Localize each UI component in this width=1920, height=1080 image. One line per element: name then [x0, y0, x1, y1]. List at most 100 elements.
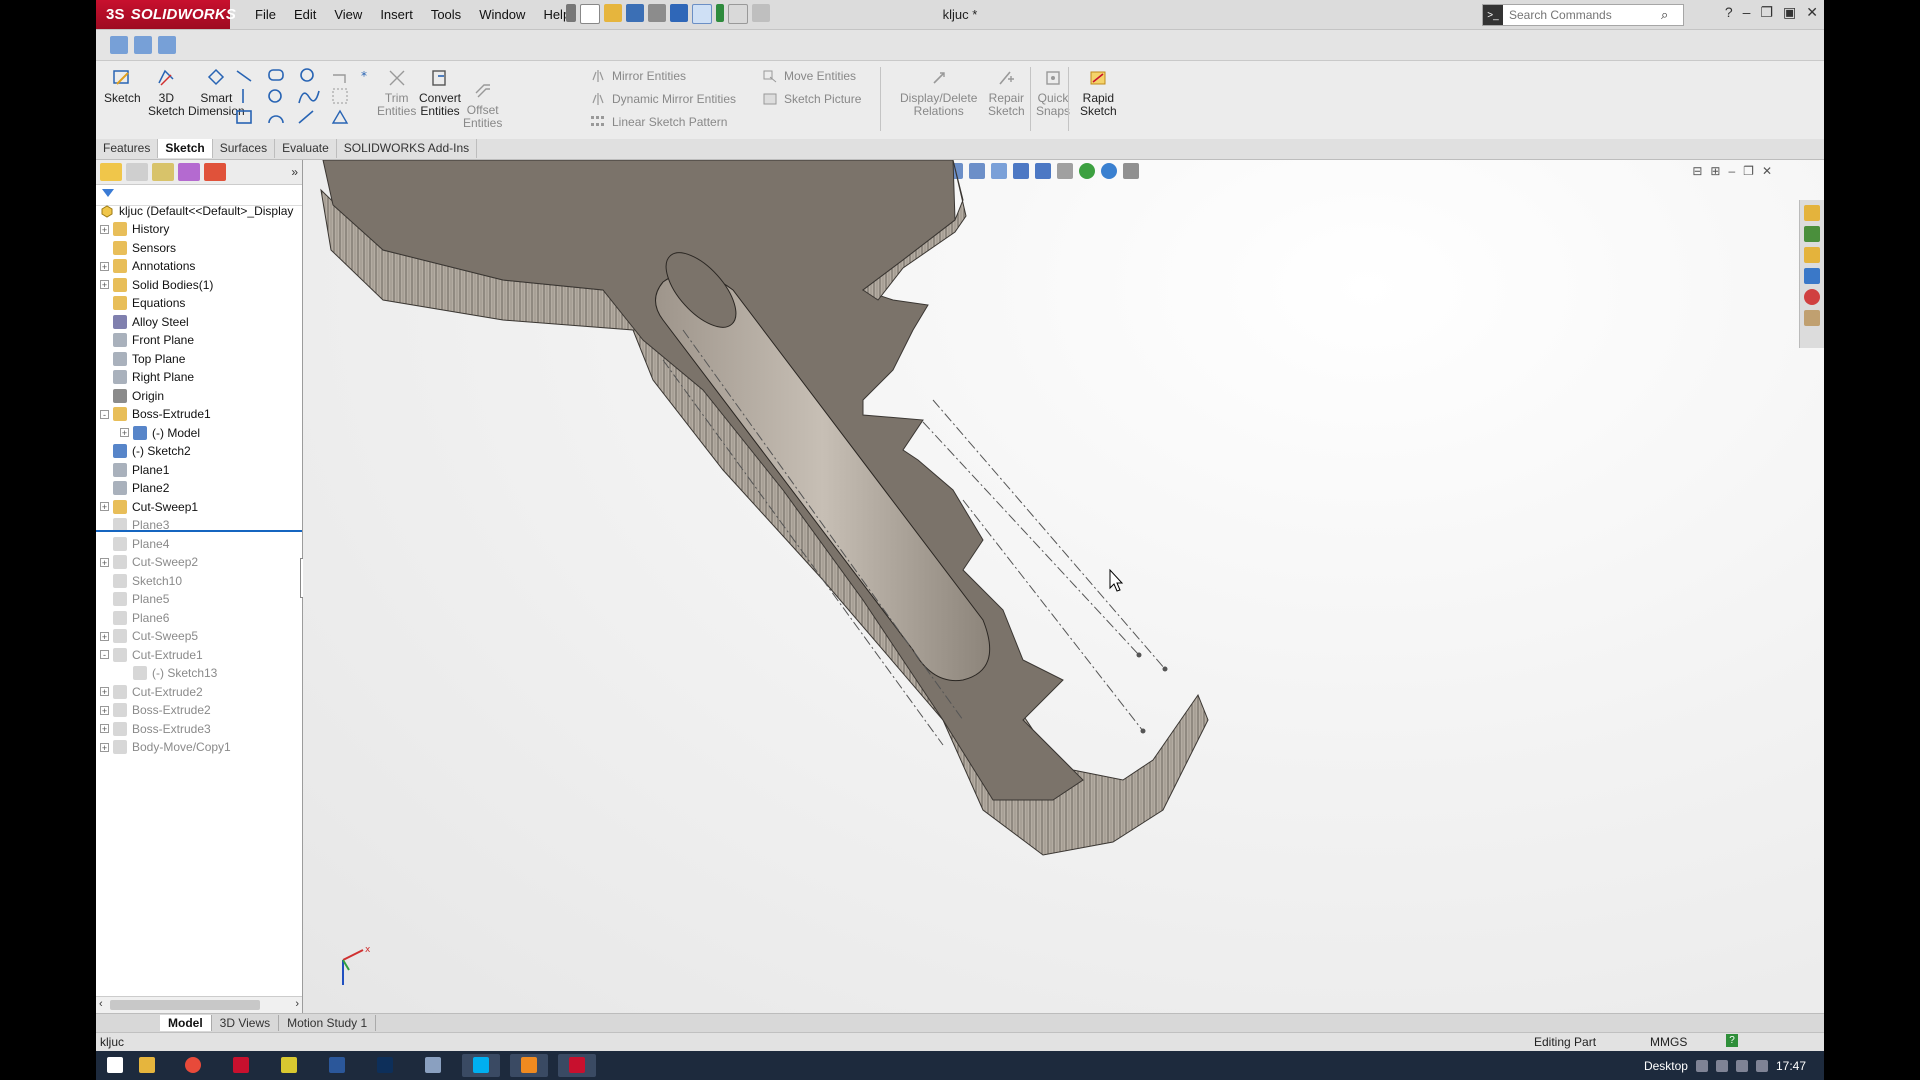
display-delete-relations-button[interactable]: Display/Delete Relations — [900, 67, 977, 118]
configurationmanager-tab-icon[interactable] — [152, 163, 174, 181]
taskbar-solidworks-2[interactable] — [222, 1054, 260, 1077]
search-input[interactable] — [1503, 7, 1661, 23]
menu-tools[interactable]: Tools — [422, 7, 470, 22]
3d-sketch-button[interactable]: 3D Sketch — [148, 67, 185, 118]
tree-item[interactable]: Right Plane — [96, 368, 302, 387]
home-icon[interactable] — [1804, 205, 1820, 221]
volume-icon[interactable] — [1755, 1059, 1768, 1072]
search-commands[interactable]: >_ ⌕ — [1482, 4, 1684, 26]
tree-horizontal-scrollbar[interactable]: ‹ › — [96, 996, 302, 1013]
sketch-picture-button[interactable]: Sketch Picture — [762, 91, 861, 107]
tab-addins[interactable]: SOLIDWORKS Add-Ins — [337, 139, 478, 158]
minimize-icon[interactable]: – — [1743, 4, 1751, 21]
custom-properties-icon[interactable] — [1804, 310, 1820, 326]
print-icon[interactable] — [648, 4, 666, 22]
sketch-button[interactable]: Sketch — [104, 67, 141, 105]
tray-icon[interactable] — [1695, 1059, 1708, 1072]
view-palette-icon[interactable] — [158, 36, 176, 54]
design-library-icon[interactable] — [1804, 226, 1820, 242]
tree-item[interactable]: - Cut-Extrude1 — [96, 646, 302, 665]
tree-item[interactable]: Origin — [96, 387, 302, 406]
expand-icon[interactable]: + — [100, 261, 109, 271]
taskbar-solidworks[interactable] — [558, 1054, 596, 1077]
network-icon[interactable] — [1735, 1059, 1748, 1072]
quick-tips-icon[interactable]: ? — [1726, 1034, 1738, 1047]
linear-sketch-pattern-button[interactable]: Linear Sketch Pattern — [590, 114, 727, 130]
tab-features[interactable]: Features — [96, 139, 159, 158]
collapse-icon[interactable]: - — [100, 650, 109, 660]
tree-item[interactable]: Alloy Steel — [96, 313, 302, 332]
offset-entities-button[interactable]: Offset Entities — [463, 79, 502, 130]
expand-icon[interactable]: + — [100, 631, 109, 641]
tree-item[interactable]: Plane4 — [96, 535, 302, 554]
new-document-icon[interactable] — [580, 4, 600, 24]
tree-item[interactable]: Sensors — [96, 239, 302, 258]
dynamic-mirror-button[interactable]: Dynamic Mirror Entities — [590, 91, 736, 107]
select-arrow-icon[interactable] — [692, 4, 712, 24]
zoom-fit-icon[interactable] — [134, 36, 152, 54]
taskbar-word[interactable] — [318, 1054, 356, 1077]
tab-evaluate[interactable]: Evaluate — [275, 139, 337, 158]
undo-icon[interactable] — [670, 4, 688, 22]
tree-item[interactable]: (-) Sketch2 — [96, 442, 302, 461]
tree-item[interactable]: - Boss-Extrude1 — [96, 405, 302, 424]
expand-icon[interactable]: + — [100, 705, 109, 715]
repair-sketch-button[interactable]: Repair Sketch — [988, 67, 1025, 118]
propertymanager-tab-icon[interactable] — [126, 163, 148, 181]
tree-item[interactable]: Plane6 — [96, 609, 302, 628]
appearances-icon[interactable] — [1804, 289, 1820, 305]
scroll-left-icon[interactable]: ‹ — [99, 998, 103, 1010]
quick-snaps-button[interactable]: Quick Snaps — [1036, 67, 1070, 118]
expand-icon[interactable]: + — [100, 724, 109, 734]
tree-item[interactable]: + Boss-Extrude2 — [96, 701, 302, 720]
rollback-bar[interactable] — [96, 530, 302, 532]
tray-icon[interactable] — [1715, 1059, 1728, 1072]
tree-item[interactable]: + History — [96, 220, 302, 239]
rapid-sketch-button[interactable]: Rapid Sketch — [1080, 67, 1117, 118]
tree-item[interactable]: + Cut-Sweep2 — [96, 553, 302, 572]
orientation-icon[interactable] — [110, 36, 128, 54]
taskbar-pen[interactable] — [270, 1054, 308, 1077]
open-folder-icon[interactable] — [604, 4, 622, 22]
traffic-light-icon[interactable] — [716, 4, 724, 22]
tree-root[interactable]: kljuc (Default<<Default>_Display — [96, 202, 293, 221]
desktop-toolbar[interactable]: Desktop — [1644, 1059, 1688, 1073]
tree-item[interactable]: + Solid Bodies(1) — [96, 276, 302, 295]
graphics-area[interactable]: ⊟ ⊞ – ❐ ✕ x — [303, 160, 1824, 1013]
taskbar-explorer[interactable] — [128, 1054, 166, 1077]
dimxpert-tab-icon[interactable] — [178, 163, 200, 181]
tree-item[interactable]: Plane2 — [96, 479, 302, 498]
expand-icon[interactable]: + — [100, 224, 109, 234]
expand-icon[interactable]: + — [100, 687, 109, 697]
collapse-icon[interactable]: - — [100, 409, 109, 419]
taskbar-photoshop[interactable] — [366, 1054, 404, 1077]
scroll-right-icon[interactable]: › — [295, 998, 299, 1010]
solidworks-logo[interactable]: 3S SOLIDWORKS — [96, 0, 236, 29]
menu-edit[interactable]: Edit — [285, 7, 325, 22]
trim-entities-button[interactable]: Trim Entities — [377, 67, 416, 118]
view-palette-icon[interactable] — [1804, 268, 1820, 284]
tree-item[interactable]: + Body-Move/Copy1 — [96, 738, 302, 757]
tile-icon[interactable]: ▣ — [1783, 4, 1796, 21]
search-icon[interactable]: ⌕ — [1661, 7, 1668, 23]
taskbar-chrome[interactable] — [174, 1054, 212, 1077]
menu-insert[interactable]: Insert — [371, 7, 422, 22]
menu-file[interactable]: File — [246, 7, 285, 22]
scroll-thumb[interactable] — [110, 1000, 260, 1010]
sketch-entities-grid[interactable]: * — [233, 67, 373, 133]
menu-window[interactable]: Window — [470, 7, 534, 22]
taskbar-app[interactable] — [414, 1054, 452, 1077]
file-explorer-icon[interactable] — [1804, 247, 1820, 263]
tree-item[interactable]: Front Plane — [96, 331, 302, 350]
featuremanager-tab-icon[interactable] — [100, 163, 122, 181]
restore-icon[interactable]: ❐ — [1760, 4, 1773, 21]
expand-icon[interactable]: + — [100, 502, 109, 512]
tree-item[interactable]: + Cut-Sweep5 — [96, 627, 302, 646]
tree-item[interactable]: + Cut-Extrude2 — [96, 683, 302, 702]
tree-item[interactable]: (-) Sketch13 — [96, 664, 302, 683]
tree-item[interactable]: Top Plane — [96, 350, 302, 369]
save-icon[interactable] — [626, 4, 644, 22]
expand-panel-icon[interactable]: » — [291, 165, 298, 179]
tree-item[interactable]: Plane5 — [96, 590, 302, 609]
unit-system-selector[interactable]: MMGS — [1650, 1035, 1687, 1049]
